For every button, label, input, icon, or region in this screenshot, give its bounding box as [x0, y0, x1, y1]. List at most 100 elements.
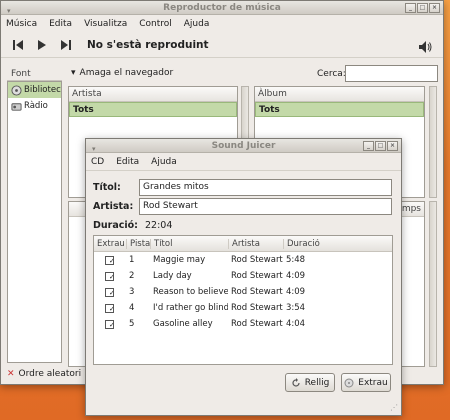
track-number: 4 — [129, 303, 135, 313]
source-label-radio: Ràdio — [24, 101, 48, 111]
dialog-window-menu-icon[interactable]: ▾ — [92, 142, 96, 156]
search-input[interactable] — [345, 65, 438, 82]
track-artist: Rod Stewart — [231, 303, 283, 313]
window-menu-icon[interactable]: ▾ — [7, 4, 11, 18]
extract-checkbox[interactable]: ✓ — [105, 271, 114, 281]
menu-view[interactable]: Visualitza — [84, 19, 127, 29]
extract-button[interactable]: Extrau — [341, 373, 391, 392]
track-artist: Rod Stewart — [231, 271, 283, 281]
album-title-row: Títol: Grandes mitos — [93, 179, 392, 196]
main-menubar: Música Edita Visualitza Control Ajuda — [1, 15, 443, 32]
radio-icon — [11, 102, 22, 111]
album-artist-label: Artista: — [93, 201, 134, 212]
reload-button[interactable]: Rellig — [285, 373, 335, 392]
extract-checkbox[interactable]: ✓ — [105, 255, 114, 265]
duration-row: Duració: 22:04 — [93, 220, 172, 231]
track-table: Extrau Pista Títol Artista Duració ✓ 1 M… — [93, 235, 393, 365]
extract-checkbox[interactable]: ✓ — [105, 319, 114, 329]
extract-checkbox[interactable]: ✓ — [105, 287, 114, 297]
next-icon — [61, 39, 71, 50]
menu-edit[interactable]: Edita — [49, 19, 72, 29]
source-item-radio[interactable]: Ràdio — [8, 98, 61, 114]
artist-row-all[interactable]: Tots — [69, 102, 237, 117]
track-duration: 4:09 — [286, 271, 306, 281]
dialog-menubar: CD Edita Ajuda — [86, 153, 401, 171]
shuffle-toggle[interactable]: ✕ Ordre aleatori — [7, 369, 81, 379]
shuffle-label: Ordre aleatori — [18, 369, 82, 379]
album-scrollbar[interactable] — [429, 86, 437, 198]
extract-checkbox[interactable]: ✓ — [105, 303, 114, 313]
track-number: 3 — [129, 287, 135, 297]
track-title: Reason to believe — [153, 287, 228, 297]
dialog-menu-help[interactable]: Ajuda — [151, 157, 177, 167]
volume-button[interactable] — [417, 39, 435, 57]
album-column-header[interactable]: Àlbum — [255, 87, 424, 102]
track-list-scrollbar[interactable] — [429, 201, 437, 367]
track-title: Gasoline alley — [153, 319, 213, 329]
menu-cd[interactable]: CD — [91, 157, 104, 167]
play-button[interactable] — [33, 36, 51, 54]
table-row[interactable]: ✓ 1 Maggie may Rod Stewart 5:48 — [94, 252, 392, 268]
previous-button[interactable] — [9, 36, 27, 54]
track-number: 1 — [129, 255, 135, 265]
source-sidebar: Font Bibliotec Ràdio — [7, 67, 62, 367]
album-artist-input[interactable]: Rod Stewart — [139, 198, 392, 215]
track-duration: 5:48 — [286, 255, 306, 265]
menu-control[interactable]: Control — [139, 19, 172, 29]
main-titlebar[interactable]: ▾ Reproductor de música _ □ × — [1, 1, 443, 15]
track-number: 5 — [129, 319, 135, 329]
col-extract[interactable]: Extrau — [94, 239, 126, 249]
source-item-library[interactable]: Bibliotec — [8, 82, 61, 98]
extract-label: Extrau — [358, 377, 388, 388]
extract-icon — [344, 378, 354, 387]
album-title-input[interactable]: Grandes mitos — [139, 179, 392, 196]
maximize-button[interactable]: □ — [417, 3, 428, 13]
dialog-menu-edit[interactable]: Edita — [116, 157, 139, 167]
search-label: Cerca: — [317, 69, 346, 79]
close-button[interactable]: × — [429, 3, 440, 13]
source-label-library: Bibliotec — [24, 85, 61, 95]
table-row[interactable]: ✓ 3 Reason to believe Rod Stewart 4:09 — [94, 284, 392, 300]
close-x-icon: ✕ — [7, 369, 15, 379]
minimize-button[interactable]: _ — [405, 3, 416, 13]
menu-help[interactable]: Ajuda — [184, 19, 210, 29]
previous-icon — [13, 39, 23, 50]
sidebar-title: Font — [7, 67, 62, 81]
main-window-title: Reproductor de música — [163, 3, 281, 13]
album-title-label: Títol: — [93, 182, 121, 193]
col-track[interactable]: Pista — [126, 238, 150, 249]
resize-grip-icon[interactable]: ⋰ — [390, 403, 398, 412]
track-duration: 4:04 — [286, 319, 306, 329]
track-title: Lady day — [153, 271, 192, 281]
track-artist: Rod Stewart — [231, 255, 283, 265]
chevron-down-icon: ▾ — [71, 68, 76, 78]
table-row[interactable]: ✓ 5 Gasoline alley Rod Stewart 4:04 — [94, 316, 392, 332]
col-artist[interactable]: Artista — [228, 238, 283, 249]
player-toolbar: No s'està reproduint — [1, 32, 443, 58]
sound-juicer-window: ▾ Sound Juicer _ □ × CD Edita Ajuda Títo… — [85, 138, 402, 416]
track-table-header: Extrau Pista Títol Artista Duració — [94, 236, 392, 252]
dialog-close-button[interactable]: × — [387, 141, 398, 151]
album-row-all[interactable]: Tots — [255, 102, 424, 117]
reload-label: Rellig — [304, 377, 330, 388]
hide-browser-toggle[interactable]: ▾ Amaga el navegador — [71, 68, 173, 78]
next-button[interactable] — [57, 36, 75, 54]
duration-value: 22:04 — [145, 220, 173, 231]
play-icon — [38, 39, 46, 50]
dialog-title: Sound Juicer — [211, 141, 276, 151]
dialog-maximize-button[interactable]: □ — [375, 141, 386, 151]
col-title[interactable]: Títol — [150, 238, 228, 249]
duration-label: Duració: — [93, 220, 138, 231]
col-duration[interactable]: Duració — [283, 238, 333, 249]
menu-music[interactable]: Música — [6, 19, 37, 29]
track-title: Maggie may — [153, 255, 206, 265]
now-playing-status: No s'està reproduint — [87, 38, 209, 51]
dialog-titlebar[interactable]: ▾ Sound Juicer _ □ × — [86, 139, 401, 153]
dialog-minimize-button[interactable]: _ — [363, 141, 374, 151]
album-artist-row: Artista: Rod Stewart — [93, 198, 392, 215]
track-title: I'd rather go blind — [153, 303, 228, 313]
refresh-icon — [292, 377, 300, 387]
table-row[interactable]: ✓ 4 I'd rather go blind Rod Stewart 3:54 — [94, 300, 392, 316]
table-row[interactable]: ✓ 2 Lady day Rod Stewart 4:09 — [94, 268, 392, 284]
artist-column-header[interactable]: Artista — [69, 87, 237, 102]
